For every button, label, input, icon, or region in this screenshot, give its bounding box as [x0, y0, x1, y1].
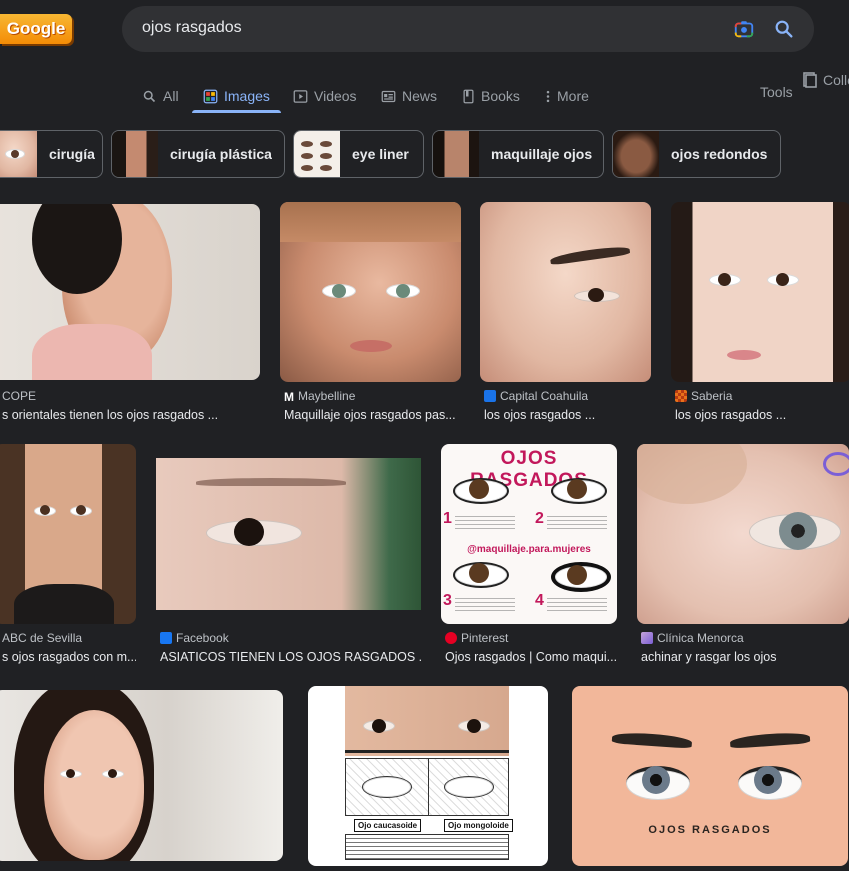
chip-maquillaje-ojos[interactable]: maquillaje ojos — [432, 130, 604, 178]
search-icon[interactable] — [773, 18, 795, 40]
result-image-8[interactable] — [637, 444, 849, 624]
result-caption-7[interactable]: Ojos rasgados | Como maqui... — [445, 650, 617, 664]
camera-search-icon[interactable] — [733, 18, 755, 40]
book-icon — [463, 89, 474, 103]
chip-ojos-redondos[interactable]: ojos redondos — [612, 130, 781, 178]
collections-button[interactable]: Colle — [803, 72, 849, 88]
news-icon — [381, 90, 396, 102]
chip-eye-liner[interactable]: eye liner — [293, 130, 424, 178]
clinica-menorca-icon — [641, 632, 653, 644]
result-source-7[interactable]: Pinterest — [445, 631, 617, 645]
tab-more[interactable]: More — [545, 80, 589, 112]
tools-button[interactable]: Tools — [760, 84, 793, 100]
tab-label: Books — [481, 88, 520, 104]
chip-thumbnail — [112, 131, 158, 177]
capital-coahuila-icon — [484, 390, 496, 402]
result-image-4[interactable] — [671, 202, 849, 382]
tab-label: Images — [224, 88, 270, 104]
result-image-2[interactable] — [280, 202, 461, 382]
tab-label: News — [402, 88, 438, 104]
infographic-handle: @maquillaje.para.mujeres — [467, 544, 591, 555]
maybelline-icon: M — [284, 390, 294, 403]
tab-label: Videos — [314, 88, 357, 104]
bookmark-icon — [803, 72, 817, 88]
result-image-5[interactable] — [0, 444, 136, 624]
result-caption-2[interactable]: Maquillaje ojos rasgados pas... — [284, 408, 460, 422]
result-source-6[interactable]: Facebook — [160, 631, 422, 645]
google-logo[interactable]: Google — [0, 14, 72, 44]
pinterest-icon — [445, 632, 457, 644]
active-tab-indicator — [192, 110, 281, 113]
chip-thumbnail — [433, 131, 479, 177]
result-source-5[interactable]: ABC de Sevilla — [2, 631, 136, 645]
chip-thumbnail — [613, 131, 659, 177]
result-caption-5[interactable]: s ojos rasgados con m... — [2, 650, 136, 664]
result-caption-1[interactable]: s orientales tienen los ojos rasgados ..… — [2, 408, 258, 422]
search-icon — [143, 90, 156, 102]
tab-news[interactable]: News — [381, 80, 437, 112]
diagram-label-right: Ojo mongoloide — [444, 819, 513, 832]
result-image-6[interactable] — [156, 458, 421, 610]
result-source-1[interactable]: COPE — [2, 389, 252, 403]
result-caption-6[interactable]: ASIATICOS TIENEN LOS OJOS RASGADOS ... — [160, 650, 422, 664]
facebook-icon — [160, 632, 172, 644]
tab-label: All — [163, 88, 179, 104]
result-caption-8[interactable]: achinar y rasgar los ojos — [641, 650, 849, 664]
tab-all[interactable]: All — [142, 80, 179, 112]
saberia-icon — [675, 390, 687, 402]
tab-books[interactable]: Books — [462, 80, 520, 112]
tab-videos[interactable]: Videos — [293, 80, 357, 112]
tab-label: More — [557, 88, 589, 104]
illustration-title: OJOS RASGADOS — [648, 824, 772, 836]
image-icon — [203, 89, 218, 103]
result-image-9[interactable] — [0, 690, 283, 861]
result-source-4[interactable]: Saberia — [675, 389, 845, 403]
tab-images[interactable]: Images — [203, 80, 270, 112]
result-image-11[interactable]: OJOS RASGADOS — [572, 686, 848, 866]
result-image-7[interactable]: OJOS RASGADOS 1 2 @maquillaje.para.mujer… — [441, 444, 617, 624]
chip-cirugia[interactable]: cirugía — [0, 130, 103, 178]
chip-cirugia-plastica[interactable]: cirugía plástica — [111, 130, 285, 178]
diagram-label-left: Ojo caucasoide — [354, 819, 422, 832]
more-vert-icon — [546, 90, 550, 102]
play-icon — [293, 89, 308, 103]
result-image-3[interactable] — [480, 202, 651, 382]
result-image-10[interactable]: Ojo caucasoide Ojo mongoloide — [308, 686, 548, 866]
result-source-8[interactable]: Clínica Menorca — [641, 631, 849, 645]
result-source-3[interactable]: Capital Coahuila — [484, 389, 650, 403]
result-image-1[interactable] — [0, 204, 260, 380]
result-caption-3[interactable]: los ojos rasgados ... — [484, 408, 650, 422]
chip-thumbnail — [294, 131, 340, 177]
search-input[interactable]: ojos rasgados — [142, 19, 242, 37]
result-source-2[interactable]: M Maybelline — [284, 389, 460, 403]
chip-thumbnail — [0, 131, 37, 177]
result-caption-4[interactable]: los ojos rasgados ... — [675, 408, 845, 422]
